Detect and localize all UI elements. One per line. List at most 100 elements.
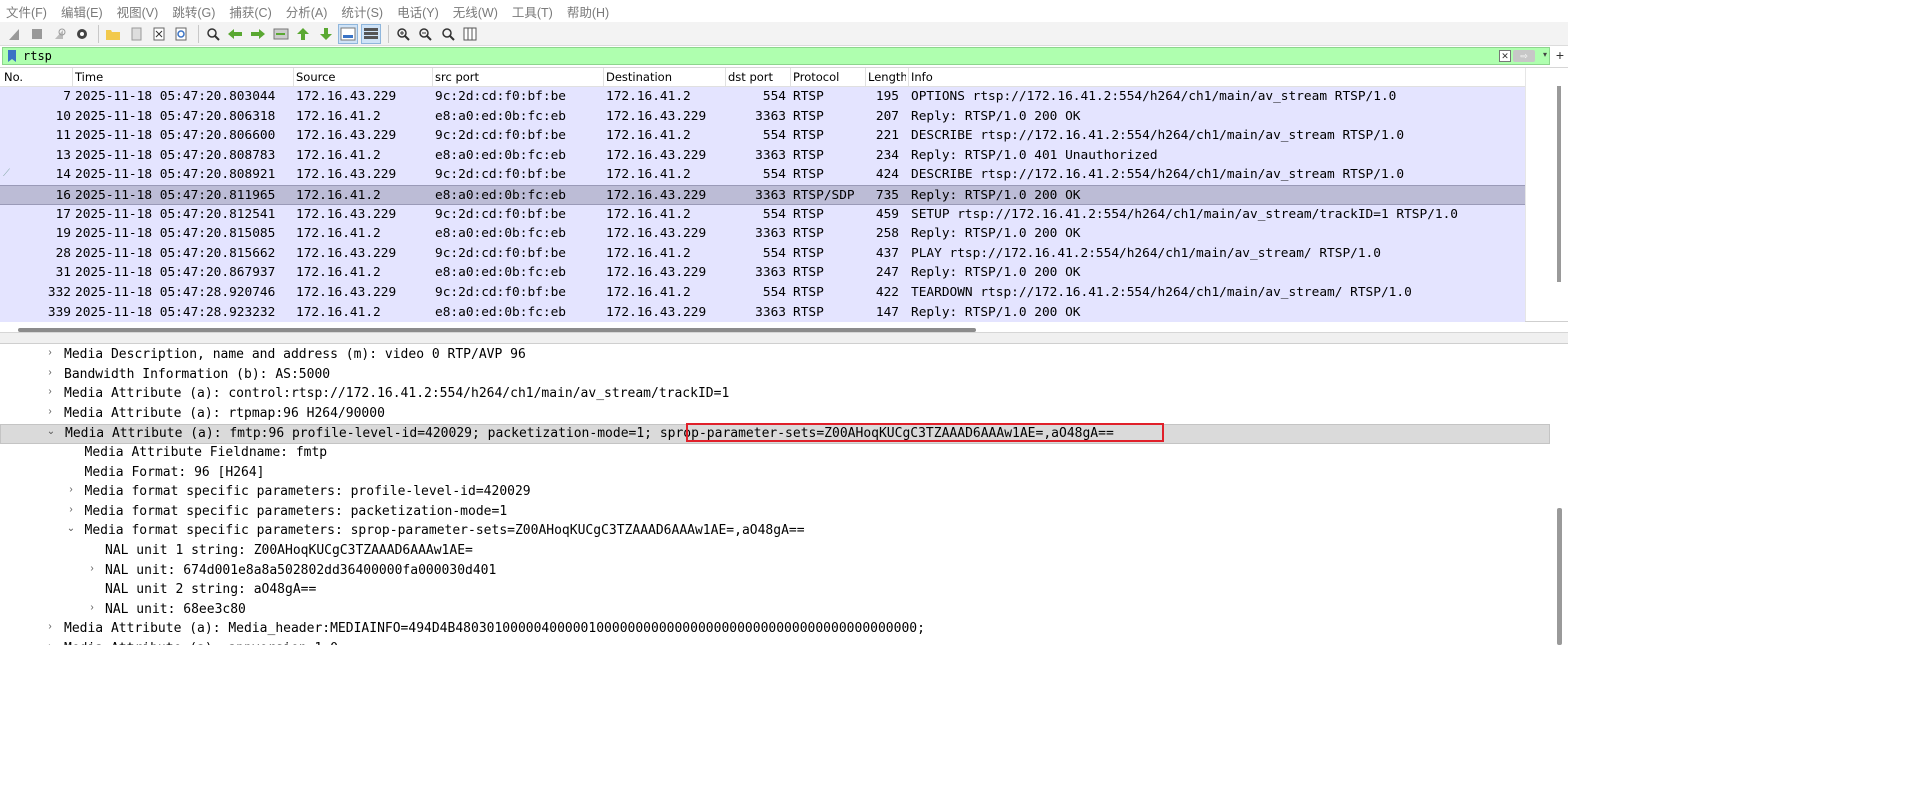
expand-chevron-icon[interactable]: ›: [44, 406, 56, 417]
autoscroll-icon[interactable]: [338, 23, 359, 44]
shark-fin-start-icon[interactable]: [4, 24, 24, 44]
column-divider[interactable]: [865, 68, 866, 87]
cell-proto: RTSP: [793, 89, 824, 104]
menu-item[interactable]: 跳转(G): [172, 2, 215, 21]
packet-list-scrollbar[interactable]: [1525, 68, 1550, 321]
detail-tree-row[interactable]: › NAL unit: 68ee3c80: [0, 601, 1550, 621]
packet-row[interactable]: 7 2025-11-18 05:47:20.803044 172.16.43.229…: [0, 87, 1525, 107]
back-arrow-icon[interactable]: [225, 24, 245, 44]
detail-tree-row[interactable]: › Media format specific parameters: packe…: [0, 503, 1550, 523]
zoom-out-icon[interactable]: [415, 24, 435, 44]
menu-item[interactable]: 捕获(C): [229, 2, 271, 21]
detail-tree-row[interactable]: Media Attribute Fieldname: fmtp: [0, 444, 1550, 464]
stop-icon[interactable]: [27, 24, 47, 44]
goto-packet-icon[interactable]: [271, 24, 291, 44]
menu-item[interactable]: 统计(S): [341, 2, 383, 21]
menu-item[interactable]: 工具(T): [512, 2, 553, 21]
column-header-time[interactable]: Time: [75, 70, 103, 84]
detail-tree-row[interactable]: › Bandwidth Information (b): AS:5000: [0, 366, 1550, 386]
column-divider[interactable]: [432, 68, 433, 87]
cell-no: 16: [55, 187, 71, 203]
packet-row[interactable]: 19 2025-11-18 05:47:20.815085 172.16.41.2 e…: [0, 224, 1525, 244]
open-folder-icon[interactable]: [103, 24, 123, 44]
first-packet-icon[interactable]: [293, 24, 313, 44]
zoom-normal-icon[interactable]: [438, 24, 458, 44]
packet-row[interactable]: 11 2025-11-18 05:47:20.806600 172.16.43.22…: [0, 126, 1525, 146]
colorize-icon[interactable]: [360, 23, 381, 44]
detail-tree-row[interactable]: NAL unit 1 string: Z00AHoqKUCgC3TZAAAD6A…: [0, 542, 1550, 562]
apply-filter-arrow-icon[interactable]: ⇨: [1513, 50, 1535, 62]
detail-tree-row[interactable]: › Media Attribute (a): appversion:1.0: [0, 640, 1550, 645]
column-header-src[interactable]: Source: [296, 70, 336, 84]
column-header-no[interactable]: No.: [4, 70, 23, 84]
expand-chevron-icon[interactable]: ›: [44, 641, 56, 645]
expand-chevron-icon[interactable]: ›: [44, 621, 56, 632]
cell-info: OPTIONS rtsp://172.16.41.2:554/h264/ch1/…: [911, 89, 1397, 104]
column-divider[interactable]: [725, 68, 726, 87]
find-magnifier-icon[interactable]: [203, 24, 223, 44]
detail-tree-row[interactable]: › Media Attribute (a): rtpmap:96 H264/900…: [0, 405, 1550, 425]
clear-filter-icon[interactable]: ✕: [1499, 50, 1511, 62]
last-packet-icon[interactable]: [316, 24, 336, 44]
column-divider[interactable]: [603, 68, 604, 87]
packet-row[interactable]: 14 2025-11-18 05:47:20.808921 172.16.43.22…: [0, 165, 1525, 185]
column-header-dst[interactable]: Destination: [606, 70, 672, 84]
column-divider[interactable]: [908, 68, 909, 87]
menu-item[interactable]: 无线(W): [453, 2, 498, 21]
filter-history-chevron-icon[interactable]: ▾: [1543, 50, 1547, 59]
column-header-info[interactable]: Info: [911, 70, 933, 84]
menu-item[interactable]: 编辑(E): [61, 2, 103, 21]
expand-chevron-icon[interactable]: ›: [86, 602, 98, 613]
packet-row[interactable]: 10 2025-11-18 05:47:20.806318 172.16.41.2 e…: [0, 106, 1525, 127]
column-header-proto[interactable]: Protocol: [793, 70, 839, 84]
file-icon[interactable]: [126, 24, 146, 44]
column-header-len[interactable]: Length: [868, 70, 906, 84]
menu-item[interactable]: 帮助(H): [567, 2, 609, 21]
detail-tree-row[interactable]: ⌄ Media format specific parameters: sprop…: [0, 522, 1550, 542]
options-gear-icon[interactable]: [72, 24, 92, 44]
packet-row[interactable]: 13 2025-11-18 05:47:20.808783 172.16.41.2 e…: [0, 145, 1525, 166]
resize-columns-icon[interactable]: [460, 24, 480, 44]
packet-minimap-icon[interactable]: [1554, 84, 1564, 321]
packet-row[interactable]: 16 2025-11-18 05:47:20.811965 172.16.41.2 e…: [0, 184, 1525, 205]
expand-chevron-icon[interactable]: ›: [44, 347, 56, 358]
details-scrollbar-thumb[interactable]: [1557, 508, 1562, 645]
packet-row[interactable]: 17 2025-11-18 05:47:20.812541 172.16.43.22…: [0, 204, 1525, 225]
pane-splitter[interactable]: [0, 332, 1568, 344]
detail-tree-row[interactable]: › Media format specific parameters: profi…: [0, 483, 1550, 503]
column-divider[interactable]: [293, 68, 294, 87]
detail-tree-row[interactable]: › NAL unit: 674d001e8a8a502802dd36400000f…: [0, 562, 1550, 582]
detail-tree-row[interactable]: NAL unit 2 string: aO48gA==: [0, 581, 1550, 601]
column-header-sport[interactable]: src port: [435, 70, 479, 84]
column-divider[interactable]: [790, 68, 791, 87]
detail-tree-row[interactable]: Media Format: 96 [H264]: [0, 464, 1550, 484]
packet-row[interactable]: 28 2025-11-18 05:47:20.815662 172.16.43.22…: [0, 243, 1525, 264]
column-header-dport[interactable]: dst port: [728, 70, 773, 84]
forward-arrow-icon[interactable]: [248, 24, 268, 44]
packet-row[interactable]: 339 2025-11-18 05:47:28.923232 172.16.41.2…: [0, 302, 1525, 323]
detail-tree-row[interactable]: › Media Attribute (a): control:rtsp://172…: [0, 385, 1550, 405]
menu-item[interactable]: 电话(Y): [397, 2, 439, 21]
close-file-icon[interactable]: [149, 24, 169, 44]
detail-tree-row[interactable]: › Media Attribute (a): Media_header:MEDIA…: [0, 620, 1550, 640]
reload-icon[interactable]: [171, 24, 191, 44]
zoom-in-icon[interactable]: [393, 24, 413, 44]
bookmark-icon[interactable]: [5, 49, 19, 63]
expand-chevron-icon[interactable]: ›: [86, 563, 98, 574]
packet-row[interactable]: 31 2025-11-18 05:47:20.867937 172.16.41.2 e…: [0, 263, 1525, 283]
expand-chevron-icon[interactable]: ›: [44, 367, 56, 378]
menu-item[interactable]: 视图(V): [117, 2, 159, 21]
display-filter-input[interactable]: rtsp ✕ ⇨ ▾: [2, 47, 1550, 65]
add-filter-button-icon[interactable]: +: [1556, 47, 1564, 63]
detail-tree-row[interactable]: › Media Description, name and address (m)…: [0, 346, 1550, 366]
expand-chevron-icon[interactable]: ›: [44, 386, 56, 397]
collapse-chevron-icon[interactable]: ⌄: [65, 523, 77, 534]
packet-row[interactable]: 332 2025-11-18 05:47:28.920746 172.16.43.2…: [0, 282, 1525, 303]
collapse-chevron-icon[interactable]: ⌄: [45, 426, 57, 437]
expand-chevron-icon[interactable]: ›: [65, 484, 77, 495]
column-divider[interactable]: [72, 68, 73, 87]
expand-chevron-icon[interactable]: ›: [65, 504, 77, 515]
menu-item[interactable]: 分析(A): [286, 2, 328, 21]
restart-icon[interactable]: [49, 24, 69, 44]
menu-item[interactable]: 文件(F): [6, 2, 47, 21]
